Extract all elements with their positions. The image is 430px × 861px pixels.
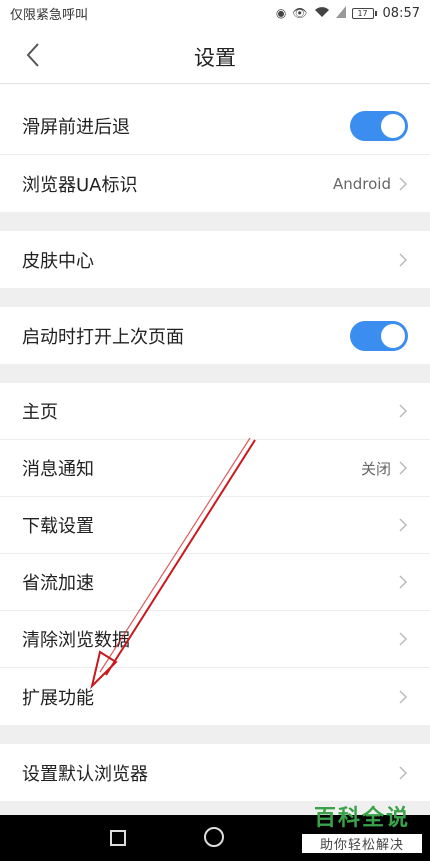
status-bar: 仅限紧急呼叫 ◉ 👁 17 08:57: [0, 0, 430, 26]
chevron-right-icon: [399, 252, 408, 267]
setting-browser-ua[interactable]: 浏览器UA标识 Android: [0, 155, 430, 212]
setting-value: Android: [333, 174, 391, 193]
recents-button[interactable]: [110, 830, 126, 846]
eye-icon: 👁: [292, 6, 308, 20]
battery-level: 17: [351, 7, 374, 19]
setting-homepage[interactable]: 主页: [0, 383, 430, 440]
setting-download[interactable]: 下载设置: [0, 497, 430, 554]
chevron-right-icon: [399, 575, 408, 589]
home-button[interactable]: [204, 827, 224, 847]
setting-data-saver[interactable]: 省流加速: [0, 554, 430, 611]
chevron-right-icon: [399, 689, 408, 704]
page-title: 设置: [194, 46, 236, 70]
setting-restore-last-page[interactable]: 启动时打开上次页面: [0, 307, 430, 364]
chevron-right-icon: [399, 518, 408, 532]
setting-label: 省流加速: [22, 573, 94, 594]
chevron-right-icon: [399, 176, 408, 191]
setting-skin-center[interactable]: 皮肤中心: [0, 231, 430, 288]
chevron-right-icon: [399, 461, 408, 475]
restore-toggle[interactable]: [350, 320, 408, 351]
swipe-toggle[interactable]: [350, 111, 408, 141]
setting-swipe-navigation[interactable]: 滑屏前进后退: [0, 98, 430, 155]
setting-label: 浏览器UA标识: [22, 174, 138, 196]
watermark-logo: 百科全说 助你轻松解决: [302, 800, 422, 855]
setting-label: 下载设置: [22, 516, 94, 537]
chevron-right-icon: [399, 632, 408, 646]
setting-value: 关闭: [360, 459, 391, 478]
signal-icon: [335, 5, 346, 21]
status-icons: ◉ 👁 17 08:57: [275, 5, 420, 21]
setting-label: 消息通知: [22, 459, 94, 480]
setting-label: 扩展功能: [22, 687, 94, 709]
nfc-icon: ◉: [275, 6, 287, 20]
setting-label: 主页: [22, 402, 58, 423]
setting-label: 滑屏前进后退: [22, 117, 130, 138]
title-bar: 设置: [0, 26, 430, 84]
setting-label: 皮肤中心: [22, 250, 94, 272]
watermark-subtitle: 助你轻松解决: [302, 834, 422, 853]
setting-clear-browsing-data[interactable]: 清除浏览数据: [0, 611, 430, 668]
settings-list: 滑屏前进后退 浏览器UA标识 Android 皮肤中心 启动时打开上次页面 主页…: [0, 84, 430, 801]
setting-label: 启动时打开上次页面: [22, 326, 184, 348]
chevron-right-icon: [399, 765, 408, 780]
setting-extensions[interactable]: 扩展功能: [0, 668, 430, 725]
clock: 08:57: [382, 5, 420, 21]
setting-default-browser[interactable]: 设置默认浏览器: [0, 744, 430, 801]
status-text: 仅限紧急呼叫: [10, 7, 89, 23]
setting-label: 清除浏览数据: [22, 630, 130, 651]
setting-label: 设置默认浏览器: [22, 763, 148, 785]
wifi-icon: [314, 6, 330, 21]
watermark-title: 百科全说: [313, 806, 410, 831]
battery-icon: 17: [351, 7, 377, 19]
chevron-right-icon: [399, 404, 408, 418]
setting-notifications[interactable]: 消息通知 关闭: [0, 440, 430, 497]
